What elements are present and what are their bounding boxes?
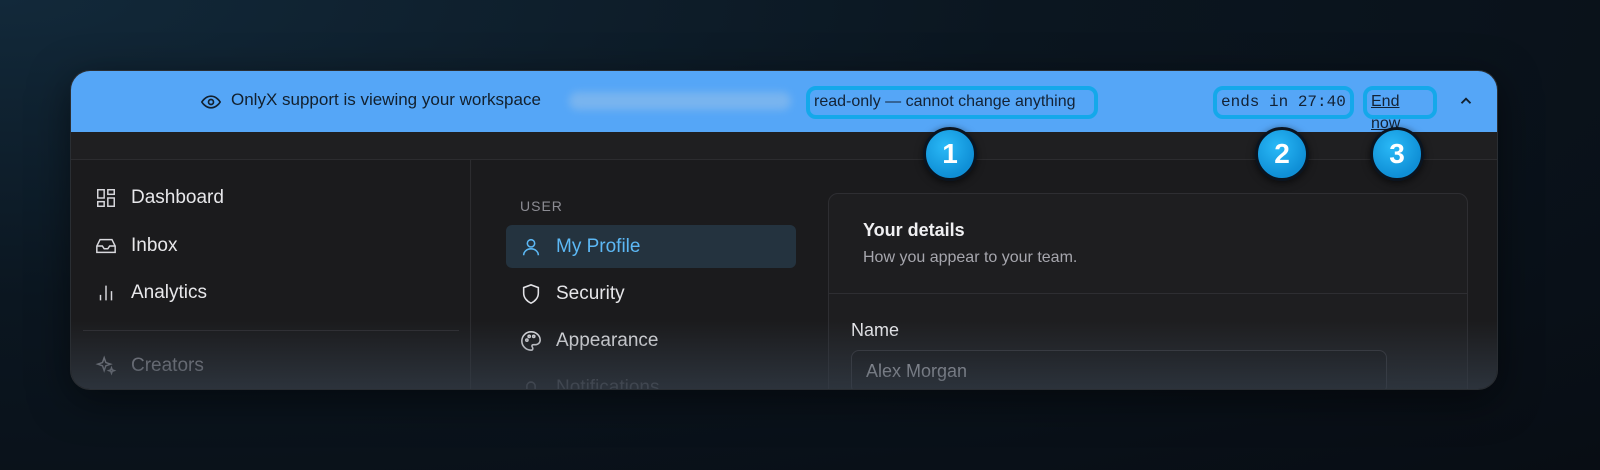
sidebar-item-label: Dashboard — [131, 187, 224, 208]
name-label: Name — [851, 320, 900, 340]
session-timer: ends in 27:40 — [1213, 86, 1354, 119]
end-now-link[interactable]: End now — [1363, 86, 1437, 132]
settings-nav-appearance[interactable]: Appearance — [506, 319, 796, 362]
sidebar-item-creators[interactable]: Creators — [95, 351, 204, 381]
palette-icon — [521, 330, 541, 351]
sidebar-item-inbox[interactable]: Inbox — [95, 231, 177, 261]
shield-icon — [522, 283, 540, 304]
support-session-banner: OnlyX support is viewing your workspace … — [71, 71, 1497, 132]
sidebar: Dashboard Inbox Analytics Creators — [71, 160, 471, 389]
user-icon — [522, 238, 540, 255]
banner-message: OnlyX support is viewing your workspace — [231, 90, 541, 109]
sidebar-item-label: Inbox — [131, 235, 178, 256]
redacted-text — [569, 92, 791, 110]
settings-nav-label: Appearance — [556, 329, 659, 351]
sidebar-item-label: Analytics — [131, 282, 208, 303]
grid-icon — [97, 189, 115, 207]
settings-main: USER My Profile Security Appearance Noti… — [472, 160, 1497, 390]
name-field[interactable]: Alex Morgan — [851, 350, 1387, 389]
sidebar-item-label: Creators — [131, 355, 204, 376]
bell-icon — [526, 380, 536, 389]
app-window: OnlyX support is viewing your workspace … — [70, 70, 1498, 390]
section-label: USER — [520, 198, 563, 214]
profile-card: Your details How you appear to your team… — [828, 193, 1468, 389]
callout-badge-3: 3 — [1370, 127, 1424, 181]
eye-icon — [201, 95, 221, 109]
callout-badge-1: 1 — [923, 127, 977, 181]
sidebar-item-analytics[interactable]: Analytics — [95, 278, 207, 308]
card-divider — [829, 293, 1467, 294]
settings-nav-label: Notifications — [556, 376, 660, 390]
bar-chart-icon — [99, 285, 113, 301]
sidebar-divider — [83, 330, 459, 331]
readonly-label: read-only — cannot change anything — [806, 86, 1098, 119]
sparkles-icon — [95, 355, 117, 376]
chevron-up-icon[interactable] — [1457, 92, 1475, 110]
settings-nav-my-profile[interactable]: My Profile — [506, 225, 796, 268]
card-title: Your details — [863, 220, 965, 240]
card-description: How you appear to your team. — [863, 249, 1078, 266]
settings-nav-label: Security — [556, 282, 625, 304]
settings-nav-label: My Profile — [556, 235, 641, 257]
sidebar-item-dashboard[interactable]: Dashboard — [95, 183, 224, 213]
settings-nav-security[interactable]: Security — [506, 272, 796, 315]
callout-badge-2: 2 — [1255, 127, 1309, 181]
inbox-icon — [96, 238, 116, 254]
settings-nav-notifications[interactable]: Notifications — [506, 366, 796, 390]
